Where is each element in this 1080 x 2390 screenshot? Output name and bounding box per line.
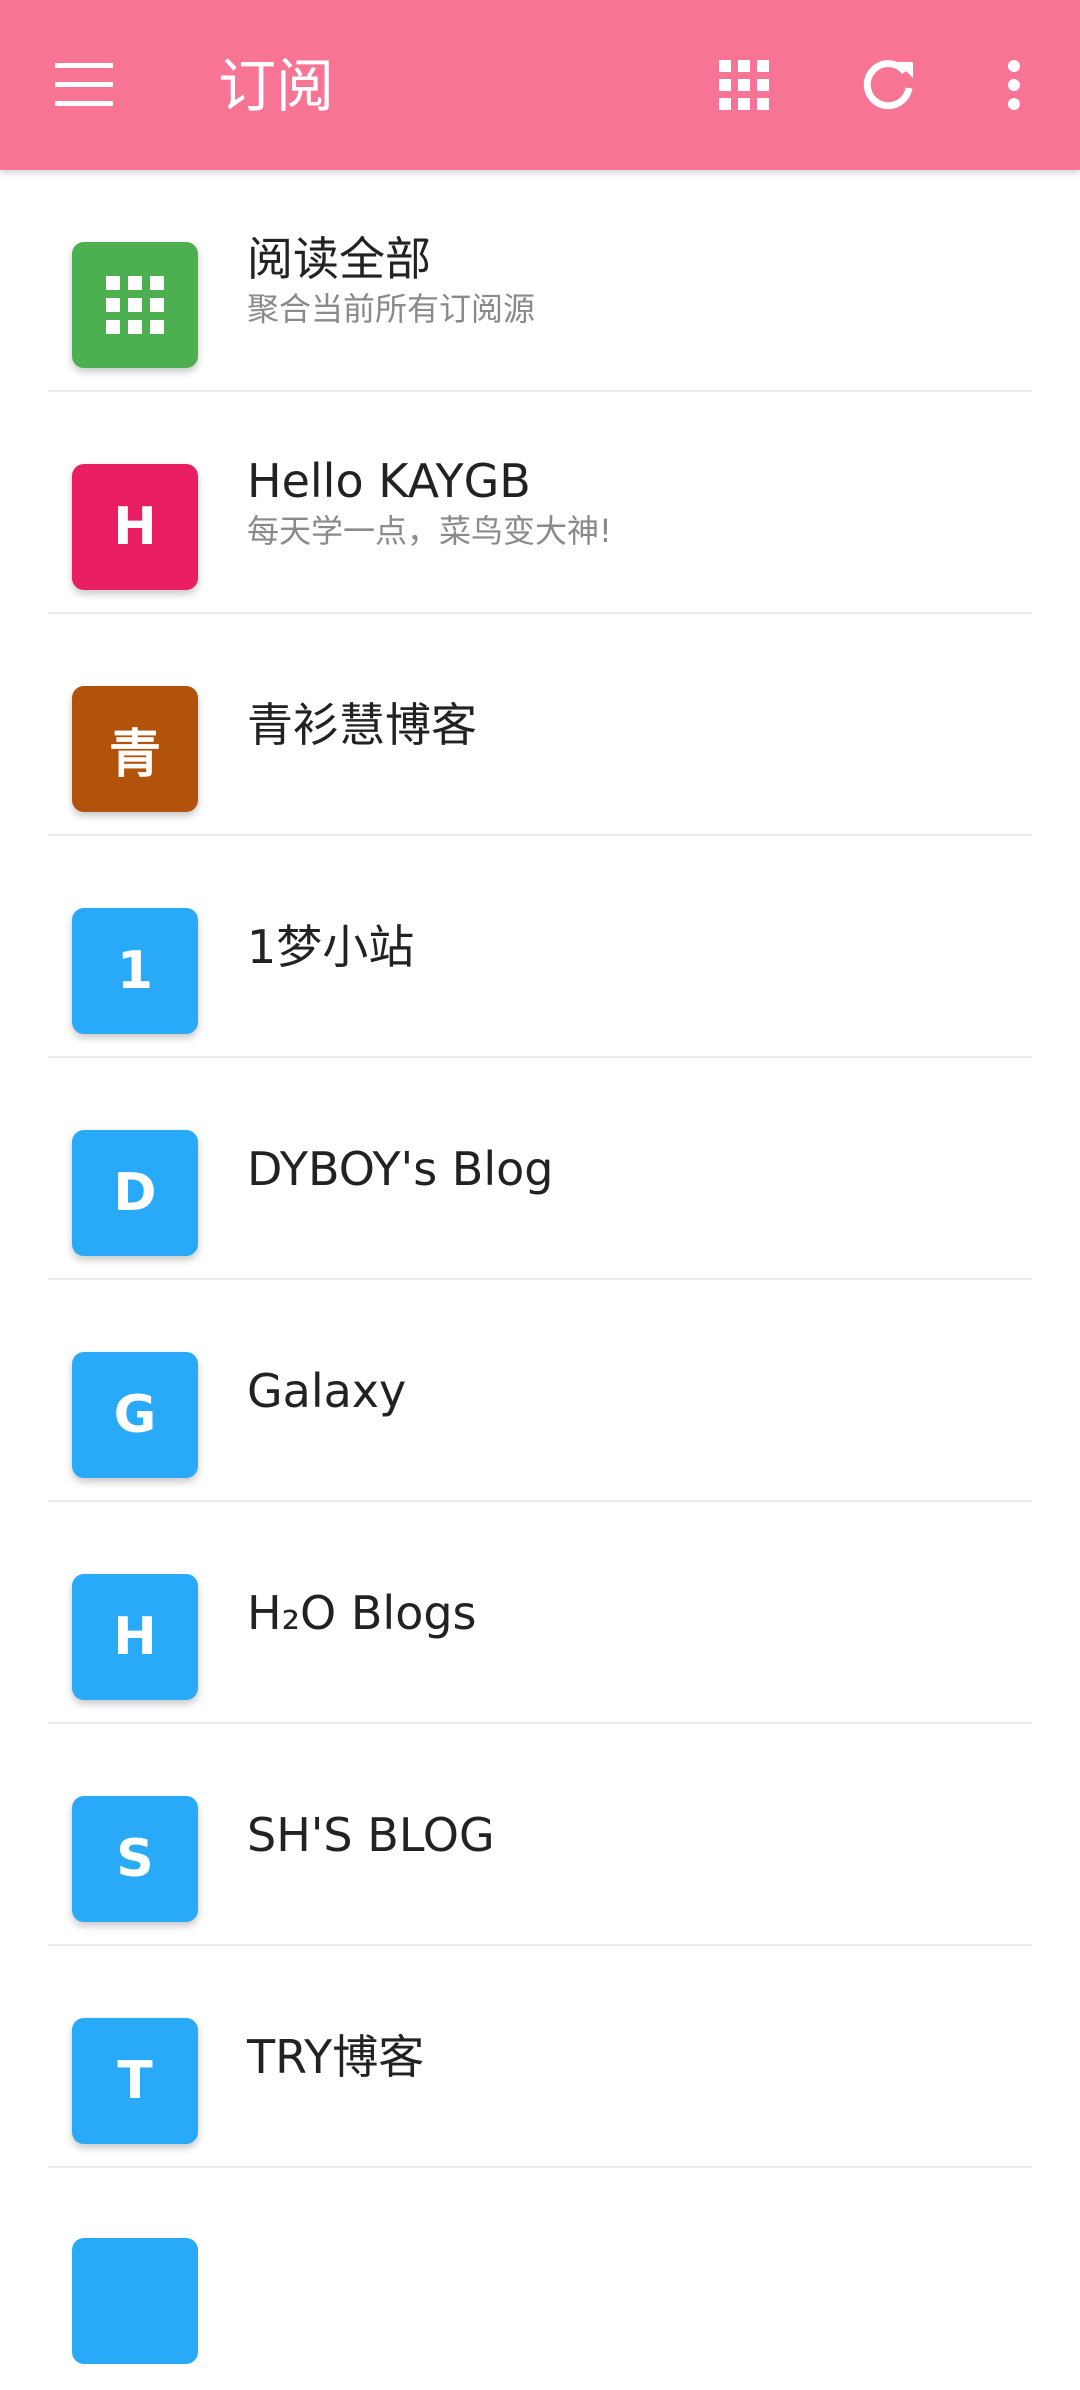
feed-avatar: G xyxy=(72,1352,198,1478)
list-item-feed[interactable]: 1 1梦小站 xyxy=(0,836,1080,1058)
feed-avatar: 1 xyxy=(72,908,198,1034)
list-item-feed[interactable]: 青 青衫慧博客 xyxy=(0,614,1080,836)
list-item-feed[interactable]: H H₂O Blogs xyxy=(0,1502,1080,1724)
list-item-feed[interactable] xyxy=(0,2168,1080,2390)
grid-view-button[interactable] xyxy=(700,45,788,125)
grid-icon xyxy=(106,276,164,334)
list-item-title: Hello KAYGB xyxy=(247,454,531,508)
list-item-title: DYBOY's Blog xyxy=(247,1142,554,1196)
list-item-feed[interactable]: G Galaxy xyxy=(0,1280,1080,1502)
refresh-icon xyxy=(863,60,913,110)
list-item-feed[interactable]: T TRY博客 xyxy=(0,1946,1080,2168)
feed-avatar: T xyxy=(72,2018,198,2144)
list-item-title: 青衫慧博客 xyxy=(247,698,477,752)
feed-list: 阅读全部 聚合当前所有订阅源 H Hello KAYGB 每天学一点，菜鸟变大神… xyxy=(0,170,1080,2390)
list-item-subtitle: 聚合当前所有订阅源 xyxy=(247,290,536,328)
feed-avatar: H xyxy=(72,464,198,590)
list-item-read-all[interactable]: 阅读全部 聚合当前所有订阅源 xyxy=(0,170,1080,392)
feed-avatar: D xyxy=(72,1130,198,1256)
read-all-avatar xyxy=(72,242,198,368)
app-bar: 订阅 xyxy=(0,0,1080,170)
list-item-title: Galaxy xyxy=(247,1364,407,1418)
grid-icon xyxy=(719,60,769,110)
more-options-button[interactable] xyxy=(970,45,1058,125)
list-item-feed[interactable]: H Hello KAYGB 每天学一点，菜鸟变大神! xyxy=(0,392,1080,614)
feed-avatar: S xyxy=(72,1796,198,1922)
list-item-title: 阅读全部 xyxy=(247,232,431,286)
menu-button[interactable] xyxy=(40,45,128,125)
refresh-button[interactable] xyxy=(844,45,932,125)
feed-avatar: H xyxy=(72,1574,198,1700)
feed-avatar xyxy=(72,2238,198,2364)
list-item-title: H₂O Blogs xyxy=(247,1586,477,1640)
list-item-feed[interactable]: D DYBOY's Blog xyxy=(0,1058,1080,1280)
list-item-title: 1梦小站 xyxy=(247,920,415,974)
more-vert-icon xyxy=(1008,60,1020,110)
list-item-title: SH'S BLOG xyxy=(247,1808,495,1862)
menu-icon xyxy=(55,63,113,106)
list-item-feed[interactable]: S SH'S BLOG xyxy=(0,1724,1080,1946)
feed-avatar: 青 xyxy=(72,686,198,812)
list-item-subtitle: 每天学一点，菜鸟变大神! xyxy=(247,512,612,550)
list-item-title: TRY博客 xyxy=(247,2030,425,2084)
page-title: 订阅 xyxy=(218,52,335,120)
